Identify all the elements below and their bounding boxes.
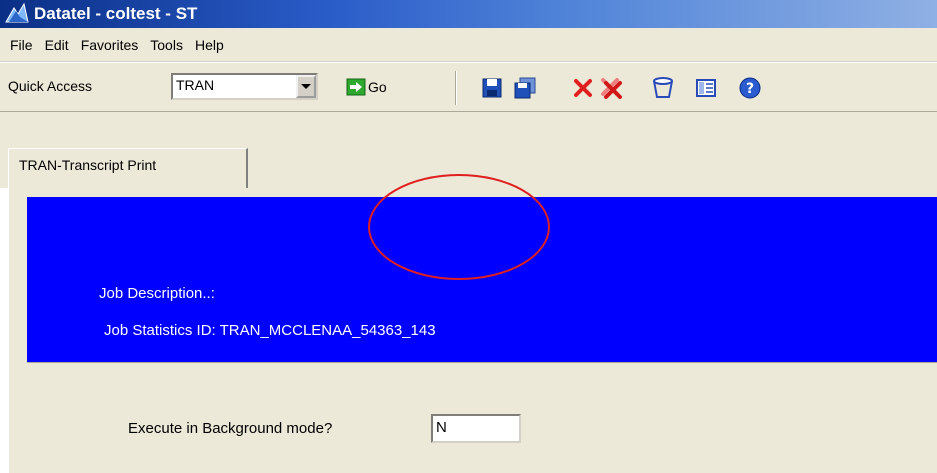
- quick-access-label: Quick Access: [8, 78, 93, 94]
- menu-help[interactable]: Help: [189, 37, 230, 53]
- job-statistics-line: Job Statistics ID: TRAN_MCCLENAA_54363_1…: [104, 322, 436, 339]
- menu-favorites[interactable]: Favorites: [75, 37, 145, 53]
- title-bar: Datatel - coltest - ST: [0, 0, 937, 28]
- form-area: Execute in Background mode? N: [27, 362, 937, 473]
- datatel-logo-icon: [5, 2, 29, 23]
- toolbar: Quick Access TRAN Go ?: [0, 62, 937, 112]
- window-title: Datatel - coltest - ST: [34, 4, 198, 23]
- tab-label: TRAN-Transcript Print: [19, 157, 157, 173]
- job-statistics-value: TRAN_MCCLENAA_54363_143: [219, 322, 436, 339]
- background-mode-input[interactable]: N: [431, 414, 521, 443]
- job-statistics-label: Job Statistics ID:: [104, 322, 216, 339]
- cancel-icon[interactable]: [571, 76, 595, 100]
- delete-icon[interactable]: [651, 76, 675, 100]
- cancel-all-icon[interactable]: [599, 76, 623, 100]
- help-icon[interactable]: ?: [738, 76, 762, 100]
- menu-file[interactable]: File: [4, 37, 39, 53]
- tab-transcript-print[interactable]: TRAN-Transcript Print: [8, 148, 248, 190]
- menu-edit[interactable]: Edit: [39, 37, 75, 53]
- chevron-down-icon[interactable]: [296, 75, 316, 98]
- quick-access-combo[interactable]: TRAN: [171, 73, 318, 100]
- annotation-circle: [368, 174, 550, 280]
- go-label: Go: [368, 79, 387, 95]
- save-icon[interactable]: [480, 76, 504, 100]
- go-arrow-icon: [346, 78, 366, 96]
- job-description-label: Job Description..:: [99, 285, 215, 302]
- background-mode-label: Execute in Background mode?: [128, 420, 333, 437]
- go-button[interactable]: Go: [346, 75, 387, 99]
- document-icon[interactable]: [694, 76, 718, 100]
- quick-access-input[interactable]: TRAN: [173, 75, 296, 98]
- save-all-icon[interactable]: [513, 76, 537, 100]
- svg-text:?: ?: [746, 81, 754, 97]
- toolbar-separator: [455, 71, 457, 105]
- menu-tools[interactable]: Tools: [144, 37, 189, 53]
- menu-bar: File Edit Favorites Tools Help: [0, 28, 937, 62]
